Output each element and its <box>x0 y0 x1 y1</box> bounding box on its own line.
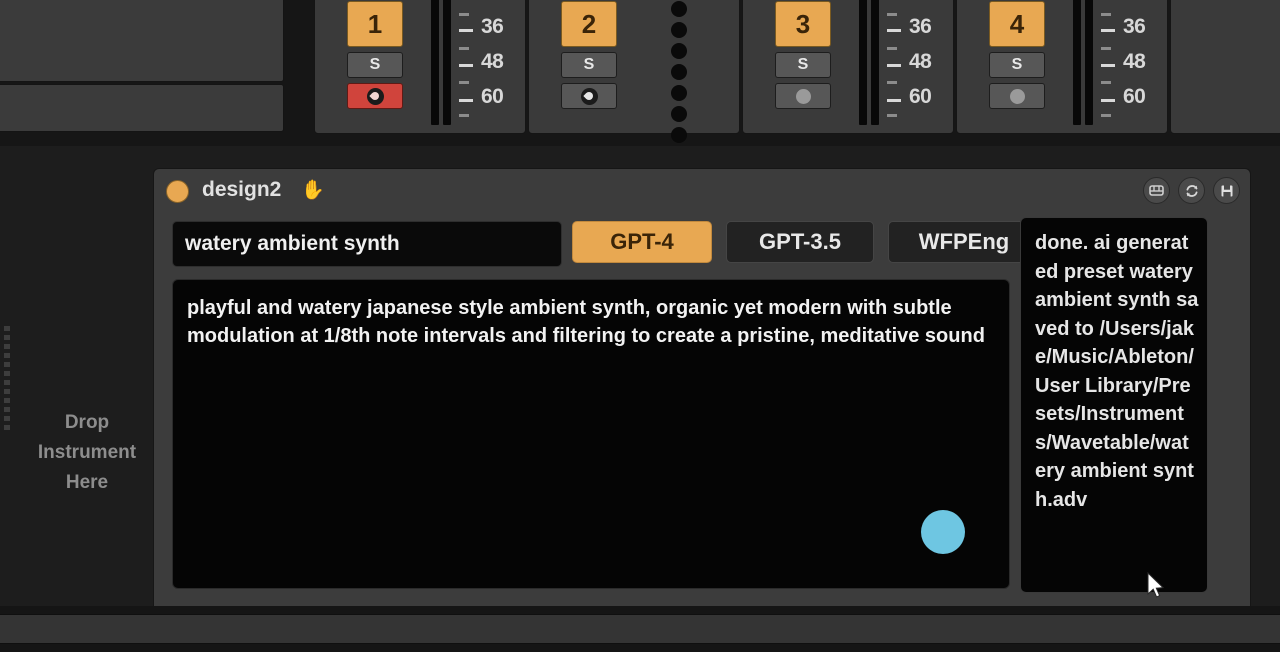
scale-label-60: 60 <box>909 85 931 109</box>
record-dot-icon <box>1010 89 1025 104</box>
level-meter-3: 24 36 48 60 <box>853 0 949 131</box>
drop-zone-line-1: Drop <box>65 408 109 438</box>
status-log-panel[interactable]: done. ai generated preset watery ambient… <box>1020 217 1208 593</box>
mixer-channel-2[interactable]: 2 S <box>528 0 740 134</box>
solo-button-3[interactable]: S <box>775 52 831 78</box>
bottom-divider-strip <box>0 614 1280 644</box>
save-disk-icon[interactable] <box>1213 177 1240 204</box>
record-arm-button-4[interactable] <box>989 83 1045 109</box>
prompt-value: playful and watery japanese style ambien… <box>187 297 985 347</box>
record-arm-button-3[interactable] <box>775 83 831 109</box>
track-number-1[interactable]: 1 <box>347 1 403 47</box>
record-arm-button-1[interactable] <box>347 83 403 109</box>
solo-button-2[interactable]: S <box>561 52 617 78</box>
meter-bars-1 <box>431 0 453 125</box>
model-button-gpt4[interactable]: GPT-4 <box>572 221 712 263</box>
drop-zone-line-2: Instrument <box>38 438 136 468</box>
max-device-panel: design2 ✋ <box>153 168 1251 652</box>
scale-label-48: 48 <box>481 50 503 74</box>
level-meter-4: 24 36 48 60 <box>1067 0 1163 131</box>
hand-icon: ✋ <box>301 178 325 204</box>
bottom-area <box>0 606 1280 652</box>
left-panel-upper[interactable] <box>0 0 284 82</box>
mixer-channel-4[interactable]: 4 S 24 36 48 60 <box>956 0 1168 134</box>
preset-name-input[interactable]: watery ambient synth <box>172 221 562 267</box>
channel-controls-4: 4 S <box>981 1 1051 109</box>
device-title: design2 <box>202 178 281 202</box>
model-selector: GPT-4 GPT-3.5 WFPEng <box>572 221 1040 263</box>
model-button-wfpeng[interactable]: WFPEng <box>888 221 1040 263</box>
scale-label-24: 24 <box>1123 0 1145 3</box>
left-panel-lower[interactable] <box>0 84 284 132</box>
scale-label-60: 60 <box>481 85 503 109</box>
app-root: 1 S 24 36 48 60 <box>0 0 1280 652</box>
prompt-textarea[interactable]: playful and watery japanese style ambien… <box>172 279 1010 589</box>
midi-map-icon[interactable] <box>1143 177 1170 204</box>
mixer-channel-1[interactable]: 1 S 24 36 48 60 <box>314 0 526 134</box>
meter-bars-4 <box>1073 0 1095 125</box>
track-number-2[interactable]: 2 <box>561 1 617 47</box>
record-dot-icon <box>796 89 811 104</box>
scale-label-36: 36 <box>909 15 931 39</box>
track-number-4[interactable]: 4 <box>989 1 1045 47</box>
meter-scale-4: 24 36 48 60 <box>1101 0 1163 127</box>
mixer-channel-overflow[interactable] <box>1170 0 1280 134</box>
solo-button-1[interactable]: S <box>347 52 403 78</box>
meter-scale-1: 24 36 48 60 <box>459 0 521 127</box>
refresh-icon[interactable] <box>1178 177 1205 204</box>
status-log-text: done. ai generated preset watery ambient… <box>1035 232 1198 511</box>
record-arm-icon <box>581 88 598 105</box>
track-number-3[interactable]: 3 <box>775 1 831 47</box>
mixer-channel-3[interactable]: 3 S 24 36 48 60 <box>742 0 954 134</box>
channel-controls-3: 3 S <box>767 1 837 109</box>
device-body: watery ambient synth GPT-4 GPT-3.5 WFPEn… <box>154 213 1250 652</box>
scale-label-48: 48 <box>1123 50 1145 74</box>
meter-scale-3: 24 36 48 60 <box>887 0 949 127</box>
channel-controls-2: 2 S <box>553 1 623 109</box>
model-button-gpt35[interactable]: GPT-3.5 <box>726 221 874 263</box>
scale-label-24: 24 <box>909 0 931 3</box>
meter-dots-2 <box>671 1 687 143</box>
channel-controls-1: 1 S <box>339 1 409 109</box>
solo-button-4[interactable]: S <box>989 52 1045 78</box>
left-empty-panels <box>0 0 284 132</box>
device-chain-area: Drop Instrument Here design2 ✋ <box>0 146 1280 606</box>
scale-label-48: 48 <box>909 50 931 74</box>
device-title-bar[interactable]: design2 ✋ <box>154 169 1250 213</box>
scale-label-36: 36 <box>481 15 503 39</box>
device-titlebar-icons <box>1143 177 1240 204</box>
device-power-icon[interactable] <box>166 180 189 203</box>
scale-label-60: 60 <box>1123 85 1145 109</box>
drop-instrument-zone[interactable]: Drop Instrument Here <box>14 328 160 578</box>
generate-button[interactable] <box>921 510 965 554</box>
device-chain-handle-left[interactable] <box>4 326 10 430</box>
level-meter-1: 24 36 48 60 <box>425 0 521 131</box>
preset-name-value: watery ambient synth <box>185 232 400 256</box>
record-arm-button-2[interactable] <box>561 83 617 109</box>
scale-label-36: 36 <box>1123 15 1145 39</box>
mixer-strip: 1 S 24 36 48 60 <box>0 0 1280 146</box>
meter-bars-3 <box>859 0 881 125</box>
drop-zone-line-3: Here <box>66 468 108 498</box>
scale-label-24: 24 <box>481 0 503 3</box>
record-arm-icon <box>367 88 384 105</box>
